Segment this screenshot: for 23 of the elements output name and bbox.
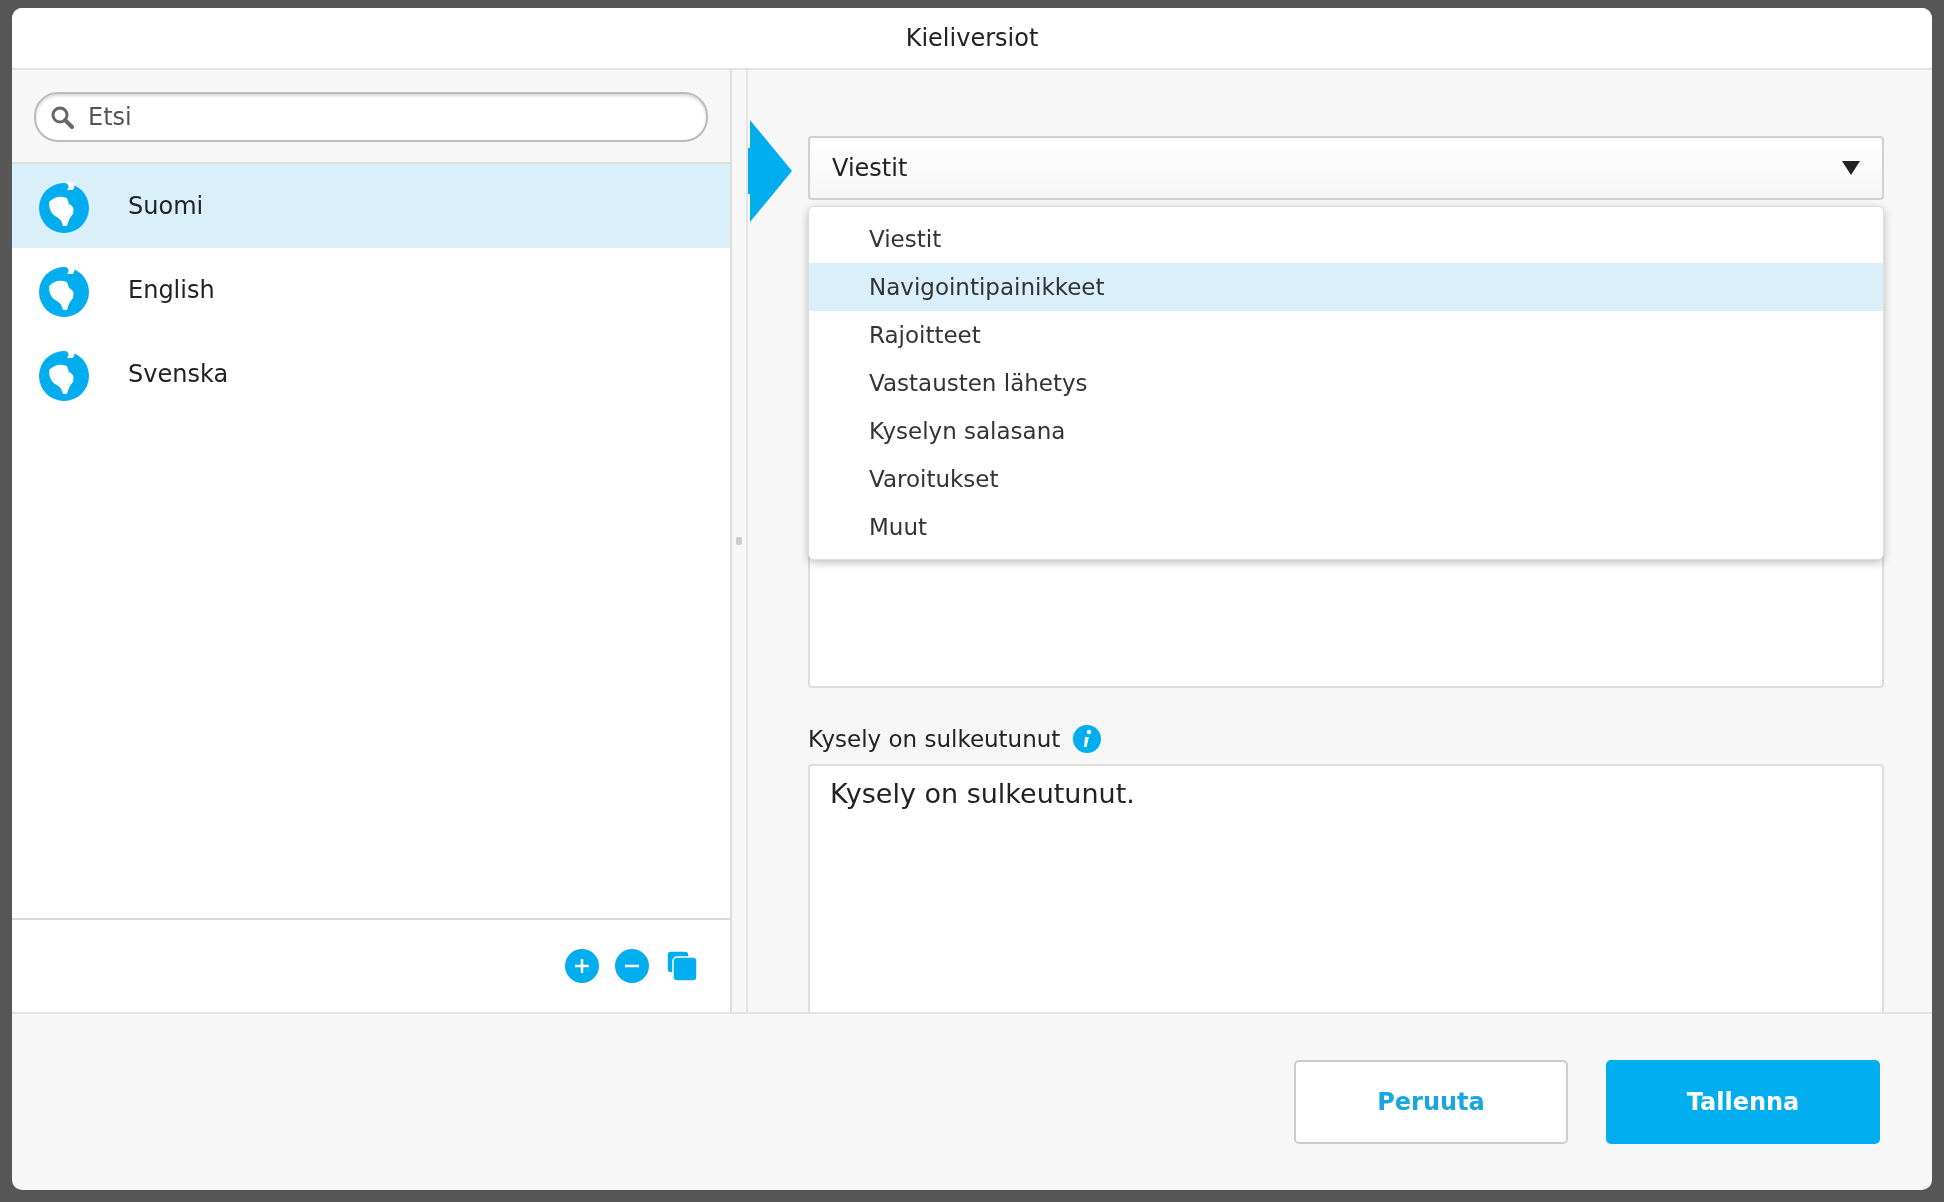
duplicate-button[interactable] [664, 948, 700, 984]
remove-button[interactable] [614, 948, 650, 984]
field-label: Kysely on sulkeutunut [808, 726, 1061, 752]
text-area[interactable]: Kysely on sulkeutunut. [808, 764, 1884, 1012]
info-icon[interactable] [1072, 724, 1103, 754]
dialog-title: Kieliversiot [905, 24, 1039, 52]
menu-item[interactable]: Navigointipainikkeet [809, 263, 1883, 311]
language-name: Svenska [128, 360, 229, 388]
menu-item[interactable]: Rajoitteet [809, 311, 1883, 359]
menu-item[interactable]: Muut [809, 503, 1883, 551]
language-name: English [128, 276, 215, 304]
splitter-handle[interactable] [736, 537, 742, 545]
section-dropdown[interactable]: Viestit [808, 136, 1884, 200]
language-item[interactable]: Suomi [12, 164, 730, 248]
search-icon [50, 105, 74, 129]
caret-icon [1842, 161, 1860, 175]
language-name: Suomi [128, 192, 204, 220]
menu-item[interactable]: Varoitukset [809, 455, 1883, 503]
menu-item[interactable]: Kyselyn salasana [809, 407, 1883, 455]
add-button[interactable] [564, 948, 600, 984]
search-field[interactable]: Etsi [34, 92, 708, 142]
menu-item[interactable]: Viestit [809, 215, 1883, 263]
menu-item[interactable]: Vastausten lähetys [809, 359, 1883, 407]
